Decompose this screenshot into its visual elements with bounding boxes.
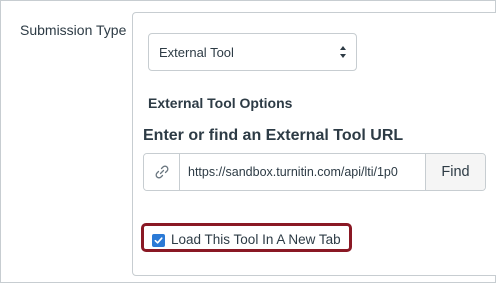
submission-type-select[interactable]: External Tool — [148, 33, 357, 71]
checkmark-icon — [154, 237, 163, 244]
find-button[interactable]: Find — [425, 154, 485, 190]
new-tab-checkbox[interactable] — [152, 234, 165, 247]
external-tool-url-heading: Enter or find an External Tool URL — [143, 127, 404, 144]
submission-type-selected: External Tool — [159, 44, 234, 60]
select-arrows-icon — [340, 46, 346, 58]
external-tool-url-group: https://sandbox.turnitin.com/api/lti/1p0… — [143, 153, 486, 191]
new-tab-checkbox-label[interactable]: Load This Tool In A New Tab — [171, 232, 341, 247]
external-tool-options-heading: External Tool Options — [148, 95, 293, 111]
external-tool-url-input[interactable]: https://sandbox.turnitin.com/api/lti/1p0 — [180, 154, 425, 190]
link-icon — [144, 154, 180, 190]
submission-type-panel: External Tool External Tool Options Ente… — [132, 12, 496, 276]
submission-type-label: Submission Type — [20, 22, 127, 38]
